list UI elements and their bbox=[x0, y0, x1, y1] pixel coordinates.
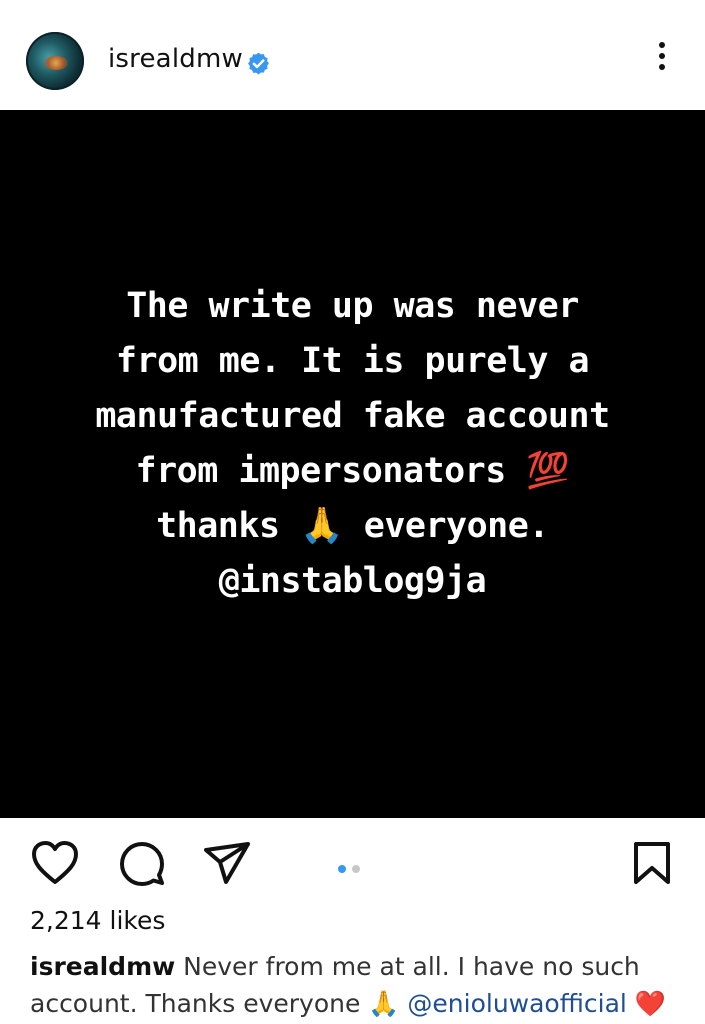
post-line: The write up was never bbox=[126, 286, 579, 326]
header-username[interactable]: isrealdmw bbox=[108, 44, 243, 74]
post-line: thanks 🙏 everyone. bbox=[156, 506, 549, 546]
post-header: isrealdmw bbox=[0, 0, 705, 110]
post-line: from impersonators 💯 bbox=[135, 451, 570, 491]
comment-icon[interactable] bbox=[118, 840, 166, 888]
share-icon[interactable] bbox=[202, 840, 252, 886]
post-line: @instablog9ja bbox=[218, 561, 487, 601]
action-bar bbox=[0, 830, 705, 900]
caption-username[interactable]: isrealdmw bbox=[30, 952, 175, 981]
avatar[interactable] bbox=[26, 32, 84, 90]
more-options-icon[interactable] bbox=[650, 42, 674, 82]
carousel-dot-active bbox=[338, 865, 346, 873]
carousel-dot bbox=[352, 865, 360, 873]
bookmark-icon[interactable] bbox=[632, 840, 672, 886]
likes-count[interactable]: 2,214 likes bbox=[30, 906, 165, 935]
post-text: The write up was never from me. It is pu… bbox=[23, 279, 683, 609]
post-line: manufactured fake account bbox=[95, 396, 610, 436]
caption-emoji: ❤️ bbox=[626, 989, 666, 1018]
verified-badge-icon bbox=[248, 52, 269, 75]
post-image[interactable]: The write up was never from me. It is pu… bbox=[0, 110, 705, 818]
post-line: from me. It is purely a bbox=[115, 341, 590, 381]
heart-icon[interactable] bbox=[30, 840, 80, 886]
caption: isrealdmw Never from me at all. I have n… bbox=[30, 948, 680, 1022]
carousel-indicator bbox=[338, 858, 366, 877]
caption-mention[interactable]: @enioluwaofficial bbox=[407, 989, 626, 1018]
